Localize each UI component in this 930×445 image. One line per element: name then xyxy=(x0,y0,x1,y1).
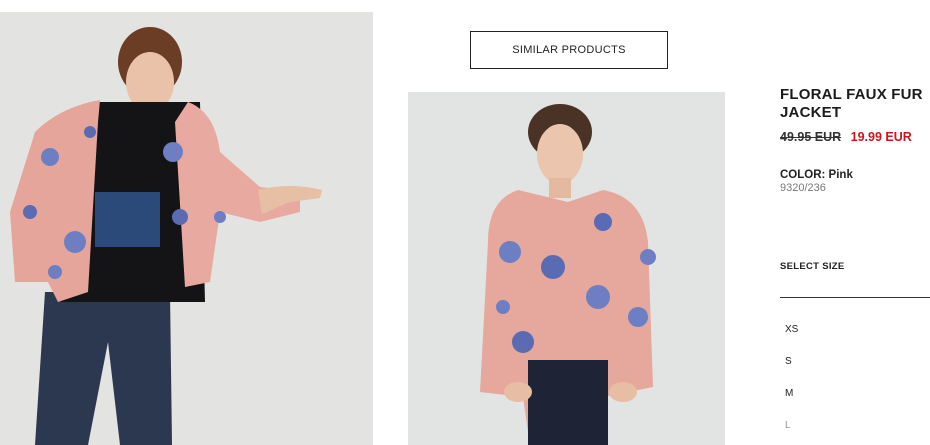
size-option-m[interactable]: M xyxy=(785,388,793,399)
sale-price: 19.99 EUR xyxy=(850,130,912,144)
similar-products-button[interactable]: SIMILAR PRODUCTS xyxy=(470,31,668,69)
select-size-label: SELECT SIZE xyxy=(780,261,845,272)
product-image-secondary[interactable] xyxy=(408,92,725,445)
size-option-xs[interactable]: XS xyxy=(785,324,798,335)
product-reference: 9320/236 xyxy=(780,182,826,194)
color-label: COLOR: Pink xyxy=(780,169,853,181)
model-front-photo-illustration xyxy=(408,92,725,445)
product-info-panel: FLORAL FAUX FUR JACKET 49.95 EUR 19.99 E… xyxy=(780,86,930,194)
product-image-main[interactable] xyxy=(0,12,373,445)
product-title: FLORAL FAUX FUR JACKET xyxy=(780,86,923,121)
original-price: 49.95 EUR xyxy=(780,130,842,144)
size-divider xyxy=(780,297,930,298)
size-option-l[interactable]: L xyxy=(785,420,791,431)
price-row: 49.95 EUR 19.99 EUR xyxy=(780,130,930,144)
model-photo-illustration xyxy=(0,12,373,445)
size-option-s[interactable]: S xyxy=(785,356,792,367)
